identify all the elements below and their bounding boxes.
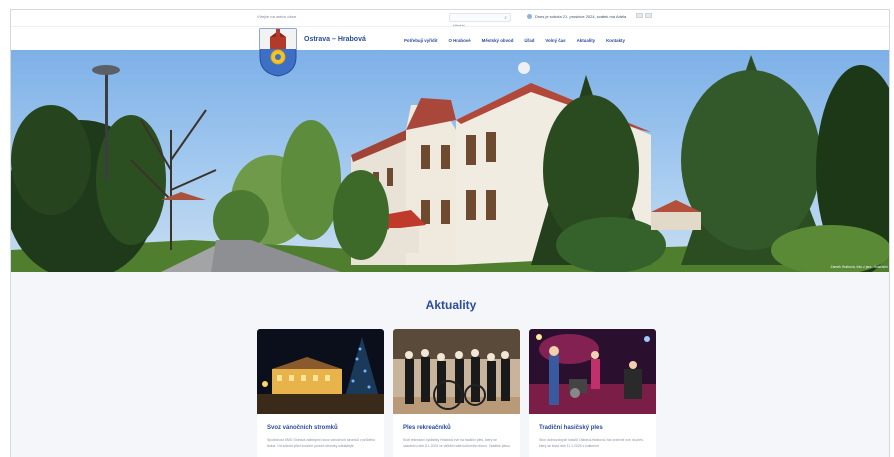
- news-card[interactable]: Tradiční hasičský ples Sbor dobrovolných…: [529, 329, 656, 457]
- welcome-text: Vítejte na webu obce: [257, 14, 297, 19]
- hero-illustration: [11, 55, 889, 272]
- browser-viewport: Vítejte na webu obce ⌕ Dnes je sobota 21…: [10, 9, 890, 457]
- news-card-title[interactable]: Tradiční hasičský ples: [539, 425, 603, 431]
- news-card-text: Společnost SMO Ostrava zabezpečí svoz vá…: [267, 438, 375, 448]
- news-card-image[interactable]: [393, 329, 520, 414]
- coat-of-arms-logo[interactable]: [258, 27, 298, 77]
- search-box[interactable]: ⌕: [449, 13, 511, 29]
- date-info-text: Dnes je sobota 21. prosince 2024, svátek…: [535, 14, 627, 19]
- hero-photo: Zámek Hrabová, foto z jara - ilustrační: [11, 50, 889, 272]
- flag-icon[interactable]: [645, 13, 652, 18]
- nav-item-aktuality[interactable]: Aktuality: [577, 38, 596, 43]
- nav-item-volny-cas[interactable]: Volný čas: [545, 38, 565, 43]
- news-card[interactable]: Svoz vánočních stromků Společnost SMO Os…: [257, 329, 384, 457]
- flag-icon[interactable]: [636, 13, 643, 18]
- nav-item-potrebuji-vyridit[interactable]: Potřebuji vyřídit: [404, 38, 437, 43]
- news-card-text: Sbor dobrovolných hasičů Ostrava-Hrabová…: [539, 438, 644, 448]
- site-name[interactable]: Ostrava – Hrabová: [304, 36, 366, 43]
- utility-bar: Vítejte na webu obce ⌕ Dnes je sobota 21…: [11, 10, 889, 29]
- nav-item-urad[interactable]: Úřad: [524, 38, 534, 43]
- hero-caption: Zámek Hrabová, foto z jara - ilustrační: [830, 265, 888, 269]
- news-card-title[interactable]: Ples rekreačníků: [403, 425, 451, 431]
- main-navigation: Potřebuji vyřídit O Hrabové Městský obvo…: [404, 38, 636, 43]
- news-section: Aktuality Svoz vánočních stromků Společn…: [11, 272, 889, 457]
- news-card-image[interactable]: [257, 329, 384, 414]
- language-switch[interactable]: [636, 13, 654, 18]
- nav-item-kontakty[interactable]: Kontakty: [606, 38, 625, 43]
- nav-item-mestsky-obvod[interactable]: Městský obvod: [482, 38, 514, 43]
- date-info: Dnes je sobota 21. prosince 2024, svátek…: [527, 14, 626, 19]
- news-card-title[interactable]: Svoz vánočních stromků: [267, 425, 338, 431]
- nav-item-o-hrabove[interactable]: O Hrabové: [448, 38, 470, 43]
- news-card-image[interactable]: [529, 329, 656, 414]
- news-card-text: Klub rekreační cyklistiky Hrabová zve na…: [403, 438, 510, 448]
- news-card[interactable]: Ples rekreačníků Klub rekreační cyklisti…: [393, 329, 520, 457]
- search-icon[interactable]: ⌕: [504, 15, 507, 21]
- info-icon: [527, 14, 532, 19]
- news-heading: Aktuality: [425, 298, 477, 312]
